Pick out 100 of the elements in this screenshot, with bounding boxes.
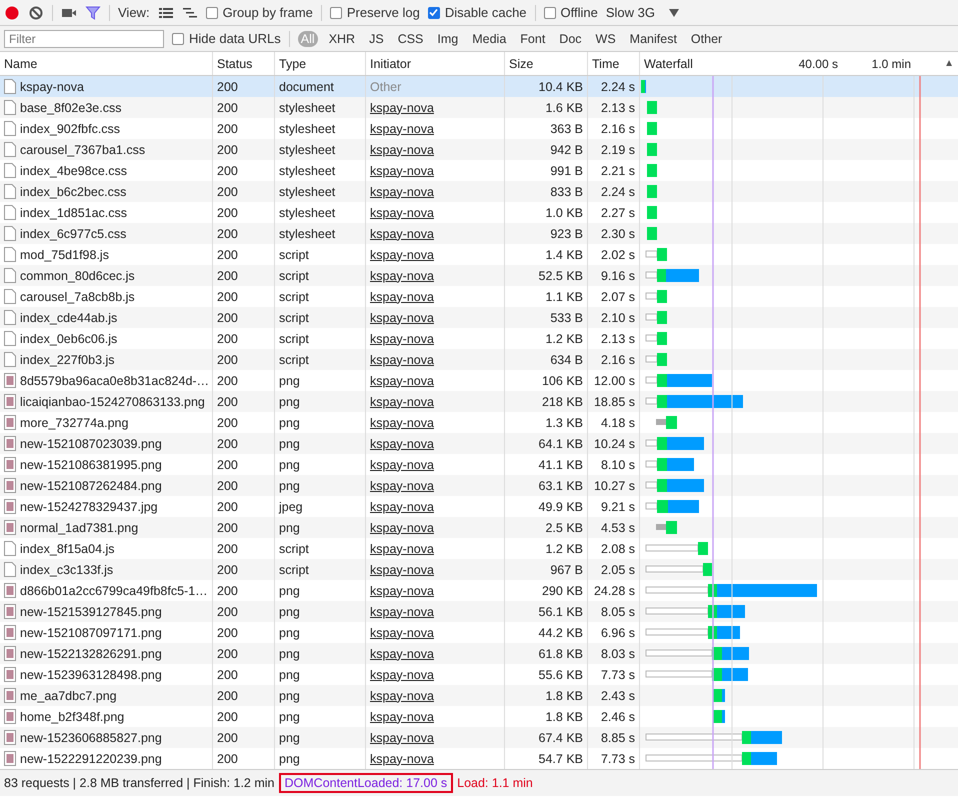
status-code: 200 [217, 80, 238, 94]
sort-indicator[interactable]: ▲ [944, 58, 954, 69]
initiator-link[interactable]: kspay-nova [370, 290, 434, 304]
time-value: 2.16 s [600, 122, 635, 136]
request-name: new-1521087023039.png [20, 436, 162, 450]
request-row[interactable]: normal_1ad7381.png 200 png kspay-nova 2.5 KB 4.53 s [0, 517, 958, 538]
initiator-link[interactable]: kspay-nova [370, 164, 434, 178]
type-filter-tab[interactable]: CSS [394, 30, 426, 46]
request-row[interactable]: base_8f02e3e.css 200 stylesheet kspay-nova 1.6 KB 2.13 s [0, 97, 958, 118]
request-summary: 83 requests | 2.8 MB transferred | Finish: 1.2 min [4, 776, 275, 790]
column-header[interactable]: Type [275, 52, 366, 75]
initiator-link[interactable]: kspay-nova [370, 668, 434, 682]
initiator-link[interactable]: kspay-nova [370, 458, 434, 472]
type-filter-tab[interactable]: Font [517, 30, 548, 46]
request-row[interactable]: new-1521087262484.png 200 png kspay-nova 63.1 KB 10.27 s [0, 475, 958, 496]
initiator-link[interactable]: kspay-nova [370, 374, 434, 388]
initiator-link[interactable]: kspay-nova [370, 100, 434, 114]
initiator-link[interactable]: kspay-nova [370, 142, 434, 156]
group-by-frame-checkbox[interactable]: Group by frame [206, 5, 313, 20]
type-filter-tab[interactable]: Other [688, 30, 726, 46]
type-filter-tab[interactable]: Img [434, 30, 462, 46]
hide-data-urls-checkbox[interactable]: Hide data URLs [172, 31, 281, 46]
file-icon [4, 142, 16, 157]
initiator-link[interactable]: kspay-nova [370, 248, 434, 262]
status-code: 200 [217, 184, 238, 198]
column-header[interactable]: Size [505, 52, 588, 75]
request-row[interactable]: me_aa7dbc7.png 200 png kspay-nova 1.8 KB 2.43 s [0, 685, 958, 706]
checkbox[interactable] [206, 6, 218, 18]
throttling-dropdown[interactable]: Slow 3G [606, 5, 656, 20]
request-row[interactable]: licaiqianbao-1524270863133.png 200 png kspay-nova 218 KB 18.85 s [0, 391, 958, 412]
request-row[interactable]: index_c3c133f.js 200 script kspay-nova 967 B 2.05 s [0, 559, 958, 580]
initiator-link[interactable]: kspay-nova [370, 332, 434, 346]
request-row[interactable]: index_227f0b3.js 200 script kspay-nova 634 B 2.16 s [0, 349, 958, 370]
request-name: 8d5579ba96aca0e8b31ac824d-… [20, 374, 210, 388]
initiator-link[interactable]: kspay-nova [370, 310, 434, 324]
filter-icon[interactable] [85, 4, 101, 20]
checkbox[interactable] [544, 6, 556, 18]
column-header[interactable]: Initiator [366, 52, 505, 75]
size-value: 52.5 KB [538, 268, 583, 282]
initiator-link[interactable]: kspay-nova [370, 562, 434, 576]
initiator-link[interactable]: kspay-nova [370, 352, 434, 366]
type-filter-tab[interactable]: Doc [556, 30, 585, 46]
initiator-link[interactable]: kspay-nova [370, 646, 434, 660]
time-value: 2.16 s [600, 352, 635, 366]
offline-checkbox[interactable]: Offline [544, 5, 598, 20]
initiator-link[interactable]: kspay-nova [370, 436, 434, 450]
initiator-link[interactable]: kspay-nova [370, 520, 434, 534]
checkbox[interactable] [330, 6, 342, 18]
initiator-link[interactable]: kspay-nova [370, 122, 434, 136]
disable-cache-checkbox[interactable]: Disable cache [428, 5, 527, 20]
request-row[interactable]: index_b6c2bec.css 200 stylesheet kspay-nova 833 B 2.24 s [0, 181, 958, 202]
initiator-link[interactable]: kspay-nova [370, 394, 434, 408]
initiator-link[interactable]: kspay-nova [370, 268, 434, 282]
initiator-link[interactable]: kspay-nova [370, 184, 434, 198]
request-row[interactable]: common_80d6cec.js 200 script kspay-nova 52.5 KB 9.16 s [0, 265, 958, 286]
timing-bar [646, 542, 708, 555]
initiator-link[interactable]: kspay-nova [370, 226, 434, 240]
initiator-link[interactable]: kspay-nova [370, 416, 434, 430]
request-row[interactable]: index_cde44ab.js 200 script kspay-nova 533 B 2.10 s [0, 307, 958, 328]
type-filter-tab[interactable]: Manifest [626, 30, 680, 46]
file-icon [4, 79, 16, 94]
image-thumbnail-icon [4, 436, 16, 451]
initiator-link[interactable]: kspay-nova [370, 730, 434, 744]
initiator-link[interactable]: kspay-nova [370, 500, 434, 514]
initiator-link[interactable]: kspay-nova [370, 710, 434, 724]
column-header[interactable]: Time [588, 52, 640, 75]
type-filter-tab[interactable]: Media [469, 30, 510, 46]
timing-bar [646, 269, 699, 282]
dropdown-caret-icon[interactable] [669, 8, 680, 16]
record-button[interactable] [4, 4, 20, 20]
initiator-link[interactable]: kspay-nova [370, 584, 434, 598]
request-row[interactable]: new-1521539127845.png 200 png kspay-nova 56.1 KB 8.05 s [0, 601, 958, 622]
checkbox[interactable] [172, 32, 184, 44]
column-header[interactable]: Status [213, 52, 275, 75]
initiator-link[interactable]: kspay-nova [370, 478, 434, 492]
request-row[interactable]: index_6c977c5.css 200 stylesheet kspay-nova 923 B 2.30 s [0, 223, 958, 244]
filter-field[interactable]: Filter [4, 30, 164, 48]
initiator-link[interactable]: kspay-nova [370, 542, 434, 556]
request-row[interactable]: new-1522132826291.png 200 png kspay-nova 61.8 KB 8.03 s [0, 643, 958, 664]
timing-bar [647, 227, 657, 240]
type-filter-tab[interactable]: JS [366, 30, 387, 46]
initiator-link[interactable]: kspay-nova [370, 752, 434, 766]
type-filter-tab[interactable]: WS [592, 30, 619, 46]
initiator-link[interactable]: kspay-nova [370, 206, 434, 220]
clear-icon[interactable] [28, 4, 44, 20]
status-code: 200 [217, 436, 238, 450]
preserve-log-checkbox[interactable]: Preserve log [330, 5, 420, 20]
initiator-link[interactable]: kspay-nova [370, 688, 434, 702]
checkbox[interactable] [428, 6, 440, 18]
request-row[interactable]: new-1523606885827.png 200 png kspay-nova 67.4 KB 8.85 s [0, 727, 958, 748]
type-filter-tab[interactable]: XHR [326, 30, 358, 46]
column-header[interactable]: Waterfall [644, 56, 693, 70]
request-row[interactable]: kspay-nova 200 document Other 10.4 KB 2.24 s [0, 76, 958, 97]
request-row[interactable]: new-1521087023039.png 200 png kspay-nova 64.1 KB 10.24 s [0, 433, 958, 454]
status-code: 200 [217, 248, 238, 262]
initiator-link[interactable]: kspay-nova [370, 626, 434, 640]
initiator-link[interactable]: kspay-nova [370, 604, 434, 618]
request-row[interactable]: carousel_7367ba1.css 200 stylesheet kspay-nova 942 B 2.19 s [0, 139, 958, 160]
request-name: new-1521087097171.png [20, 626, 162, 640]
column-header[interactable]: Name [0, 52, 213, 75]
